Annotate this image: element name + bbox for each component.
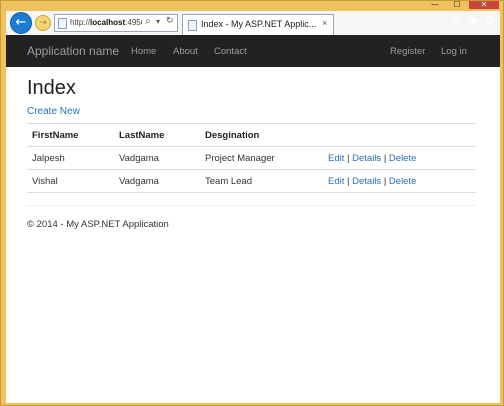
column-header-lastname: LastName xyxy=(119,130,165,141)
nav-home-link[interactable]: Home xyxy=(131,46,156,57)
page-icon xyxy=(58,18,67,29)
chevron-down-icon[interactable]: ▾ xyxy=(156,17,160,26)
table-header-row: FirstName LastName Desgination xyxy=(27,124,476,147)
forward-arrow-icon[interactable]: → xyxy=(35,15,51,31)
cell-lastname: Vadgama xyxy=(119,153,159,164)
gear-icon[interactable]: ⚙ xyxy=(484,14,496,29)
url-path: :49564/I xyxy=(125,18,142,27)
nav-about-link[interactable]: About xyxy=(173,46,198,57)
brand-link[interactable]: Application name xyxy=(27,44,119,58)
table-row: Jalpesh Vadgama Project Manager Edit | D… xyxy=(27,147,476,170)
separator: | xyxy=(383,176,387,187)
browser-toolbar: ← → http://localhost:49564/I ⌕ ▾ ↻ Index… xyxy=(6,11,500,35)
nav-login-link[interactable]: Log in xyxy=(441,46,467,57)
back-arrow-icon[interactable]: ← xyxy=(10,12,32,34)
cell-firstname: Vishal xyxy=(32,176,58,187)
footer-copyright: © 2014 - My ASP.NET Application xyxy=(27,219,169,230)
delete-link[interactable]: Delete xyxy=(389,176,416,187)
column-header-firstname: FirstName xyxy=(32,130,79,141)
browser-window: — ☐ ✕ ← → http://localhost:49564/I ⌕ ▾ ↻… xyxy=(0,0,504,406)
cell-firstname: Jalpesh xyxy=(32,153,65,164)
minimize-button[interactable]: — xyxy=(425,1,445,9)
browser-tab[interactable]: Index - My ASP.NET Applic... × xyxy=(182,14,334,35)
edit-link[interactable]: Edit xyxy=(328,153,344,164)
cell-designation: Team Lead xyxy=(205,176,253,187)
cell-designation: Project Manager xyxy=(205,153,275,164)
address-bar[interactable]: http://localhost:49564/I ⌕ ▾ ↻ xyxy=(54,14,178,32)
url-scheme: http:// xyxy=(70,18,91,27)
nav-register-link[interactable]: Register xyxy=(390,46,425,57)
details-link[interactable]: Details xyxy=(352,153,381,164)
column-header-designation: Desgination xyxy=(205,130,260,141)
tab-title: Index - My ASP.NET Applic... xyxy=(201,19,317,29)
home-icon[interactable]: ⌂ xyxy=(452,14,460,29)
separator: | xyxy=(347,153,350,164)
table-row: Vishal Vadgama Team Lead Edit | Details … xyxy=(27,170,476,193)
delete-link[interactable]: Delete xyxy=(389,153,416,164)
favorites-star-icon[interactable]: ★ xyxy=(468,14,480,29)
maximize-button[interactable]: ☐ xyxy=(447,1,467,9)
window-titlebar: — ☐ ✕ xyxy=(1,1,504,9)
page-title: Index xyxy=(27,77,76,99)
refresh-icon[interactable]: ↻ xyxy=(166,16,174,26)
search-icon[interactable]: ⌕ xyxy=(145,16,151,27)
employees-table: FirstName LastName Desgination Jalpesh V… xyxy=(27,123,476,193)
url-text[interactable]: http://localhost:49564/I xyxy=(70,18,142,27)
separator: | xyxy=(347,176,350,187)
nav-contact-link[interactable]: Contact xyxy=(214,46,247,57)
url-host: localhost xyxy=(90,18,126,27)
close-window-button[interactable]: ✕ xyxy=(469,1,499,9)
tab-close-icon[interactable]: × xyxy=(322,18,327,28)
create-new-link[interactable]: Create New xyxy=(27,106,80,117)
tab-page-icon xyxy=(188,20,197,31)
site-navbar: Application name Home About Contact Regi… xyxy=(6,35,500,67)
page-viewport: Application name Home About Contact Regi… xyxy=(6,35,500,403)
row-actions: Edit | Details | Delete xyxy=(328,176,416,187)
edit-link[interactable]: Edit xyxy=(328,176,344,187)
row-actions: Edit | Details | Delete xyxy=(328,153,416,164)
footer-divider xyxy=(27,205,476,206)
cell-lastname: Vadgama xyxy=(119,176,159,187)
details-link[interactable]: Details xyxy=(352,176,381,187)
separator: | xyxy=(383,153,387,164)
